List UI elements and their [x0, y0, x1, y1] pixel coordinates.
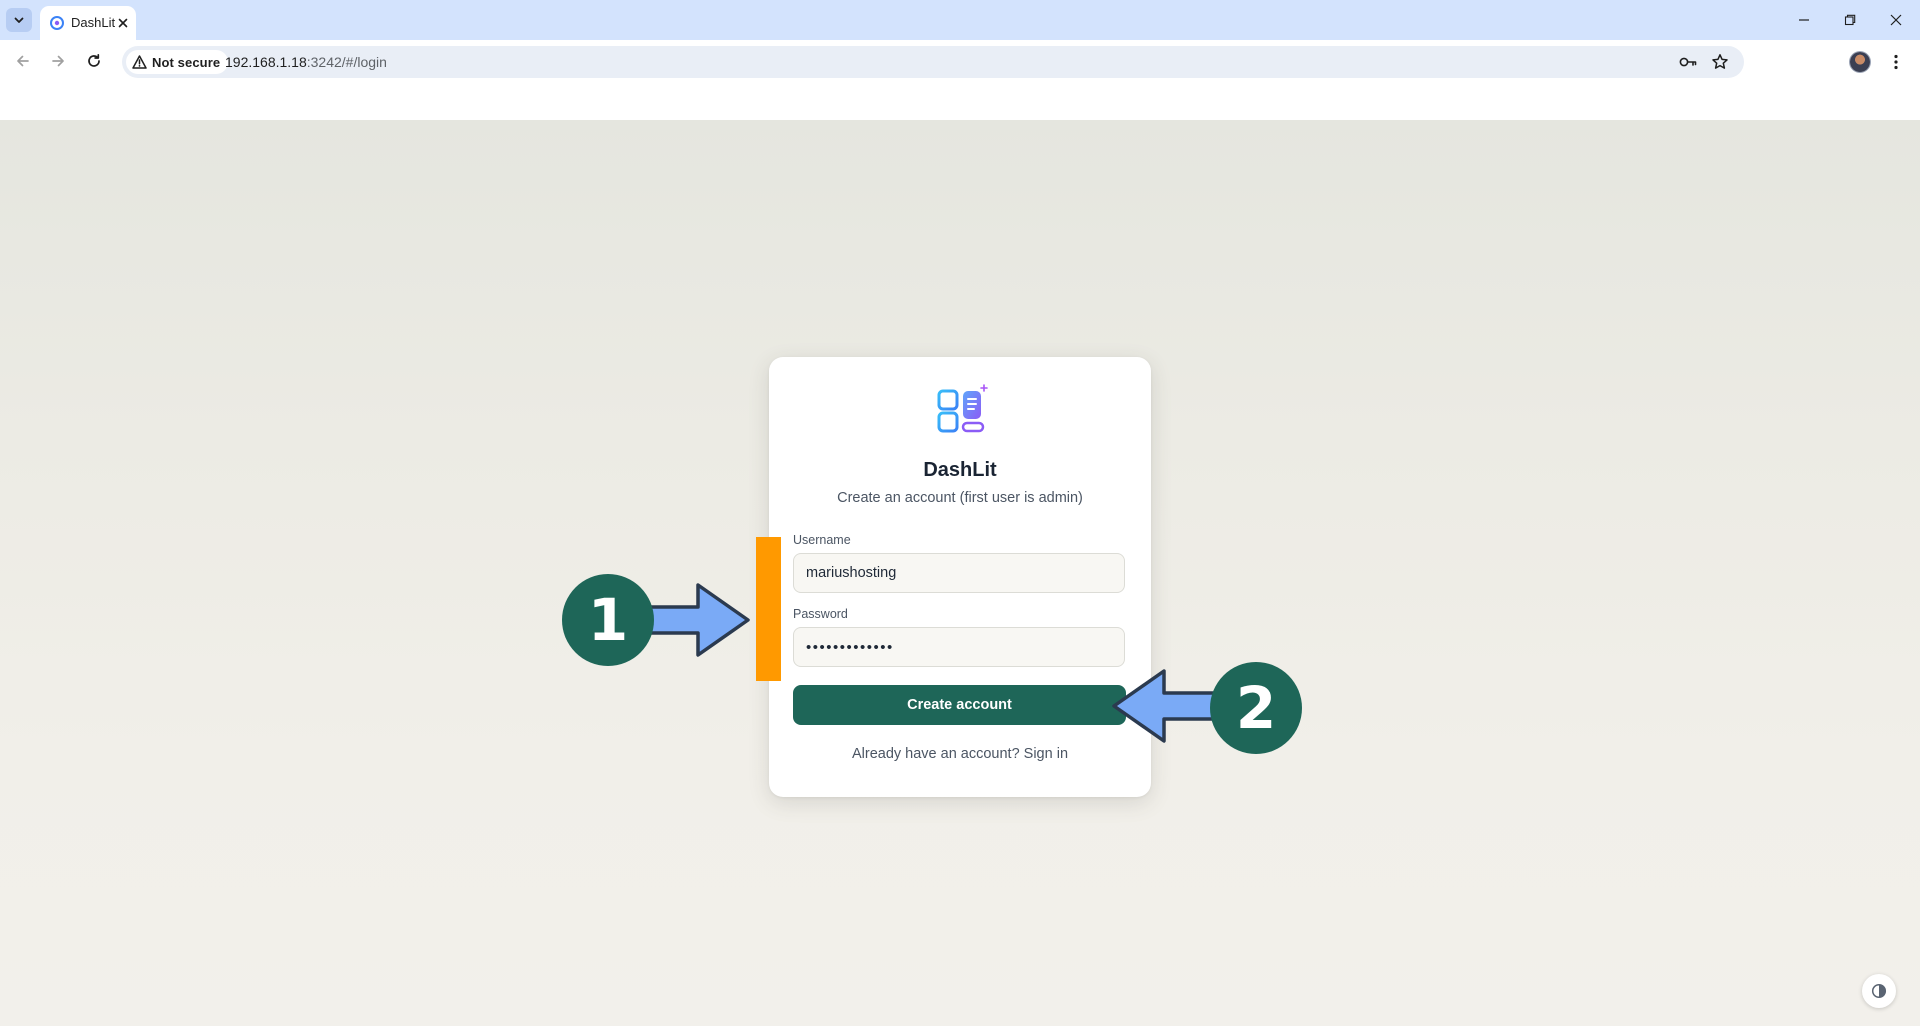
- app-name: DashLit: [923, 459, 997, 481]
- security-label: Not secure: [152, 54, 221, 70]
- minimize-button[interactable]: [1784, 6, 1824, 34]
- highlight-marker: [756, 537, 781, 681]
- reload-icon: [88, 53, 100, 67]
- contrast-icon: [1871, 983, 1887, 999]
- step-1-badge: 1: [562, 574, 654, 666]
- profile-avatar[interactable]: [1850, 52, 1870, 72]
- minimize-icon: [1799, 19, 1809, 21]
- tab-close-button[interactable]: [114, 14, 132, 32]
- login-card: DashLit Create an account (first user is…: [769, 357, 1151, 797]
- address-bar[interactable]: Not secure 192.168.1.18:3242/#/login: [122, 46, 1744, 78]
- tab-strip: DashLit: [0, 0, 1920, 40]
- arrow-left-icon: [17, 55, 29, 67]
- arrow-right-icon: [52, 55, 64, 67]
- username-input[interactable]: [793, 553, 1125, 593]
- warning-icon: [132, 55, 147, 69]
- restore-icon: [1844, 14, 1856, 26]
- password-manager-button[interactable]: [1678, 52, 1698, 72]
- arrow-left-icon: [1112, 669, 1218, 743]
- window-close-button[interactable]: [1876, 6, 1916, 34]
- restore-button[interactable]: [1830, 6, 1870, 34]
- create-account-button[interactable]: Create account: [793, 685, 1126, 725]
- url-path: :3242/#/login: [306, 54, 387, 70]
- url-host: 192.168.1.18: [225, 54, 307, 70]
- bookmark-button[interactable]: [1710, 52, 1730, 72]
- dashlit-favicon-icon: [50, 16, 64, 30]
- star-icon: [1712, 54, 1728, 69]
- dashlit-logo-icon: [937, 384, 988, 433]
- username-label: Username: [793, 533, 851, 547]
- reload-button[interactable]: [80, 47, 108, 75]
- chevron-down-icon: [14, 17, 24, 23]
- active-tab[interactable]: DashLit: [40, 6, 136, 40]
- password-input[interactable]: [793, 627, 1125, 667]
- back-button[interactable]: [9, 47, 37, 75]
- tab-search-button[interactable]: [6, 8, 32, 32]
- close-icon: [1890, 14, 1902, 26]
- browser-toolbar: Not secure 192.168.1.18:3242/#/login: [0, 40, 1920, 80]
- help-button[interactable]: [1862, 974, 1896, 1008]
- sign-in-link[interactable]: Already have an account? Sign in: [769, 746, 1151, 762]
- browser-menu-button[interactable]: [1886, 51, 1906, 73]
- step-2-badge: 2: [1210, 662, 1302, 754]
- tab-title: DashLit: [71, 15, 115, 30]
- key-icon: [1679, 57, 1697, 67]
- security-indicator[interactable]: Not secure: [126, 50, 229, 74]
- more-vertical-icon: [1894, 54, 1898, 70]
- forward-button[interactable]: [44, 47, 72, 75]
- password-label: Password: [793, 607, 848, 621]
- page-subtitle: Create an account (first user is admin): [837, 490, 1083, 506]
- url-text[interactable]: 192.168.1.18:3242/#/login: [225, 54, 387, 70]
- close-icon: [118, 18, 128, 28]
